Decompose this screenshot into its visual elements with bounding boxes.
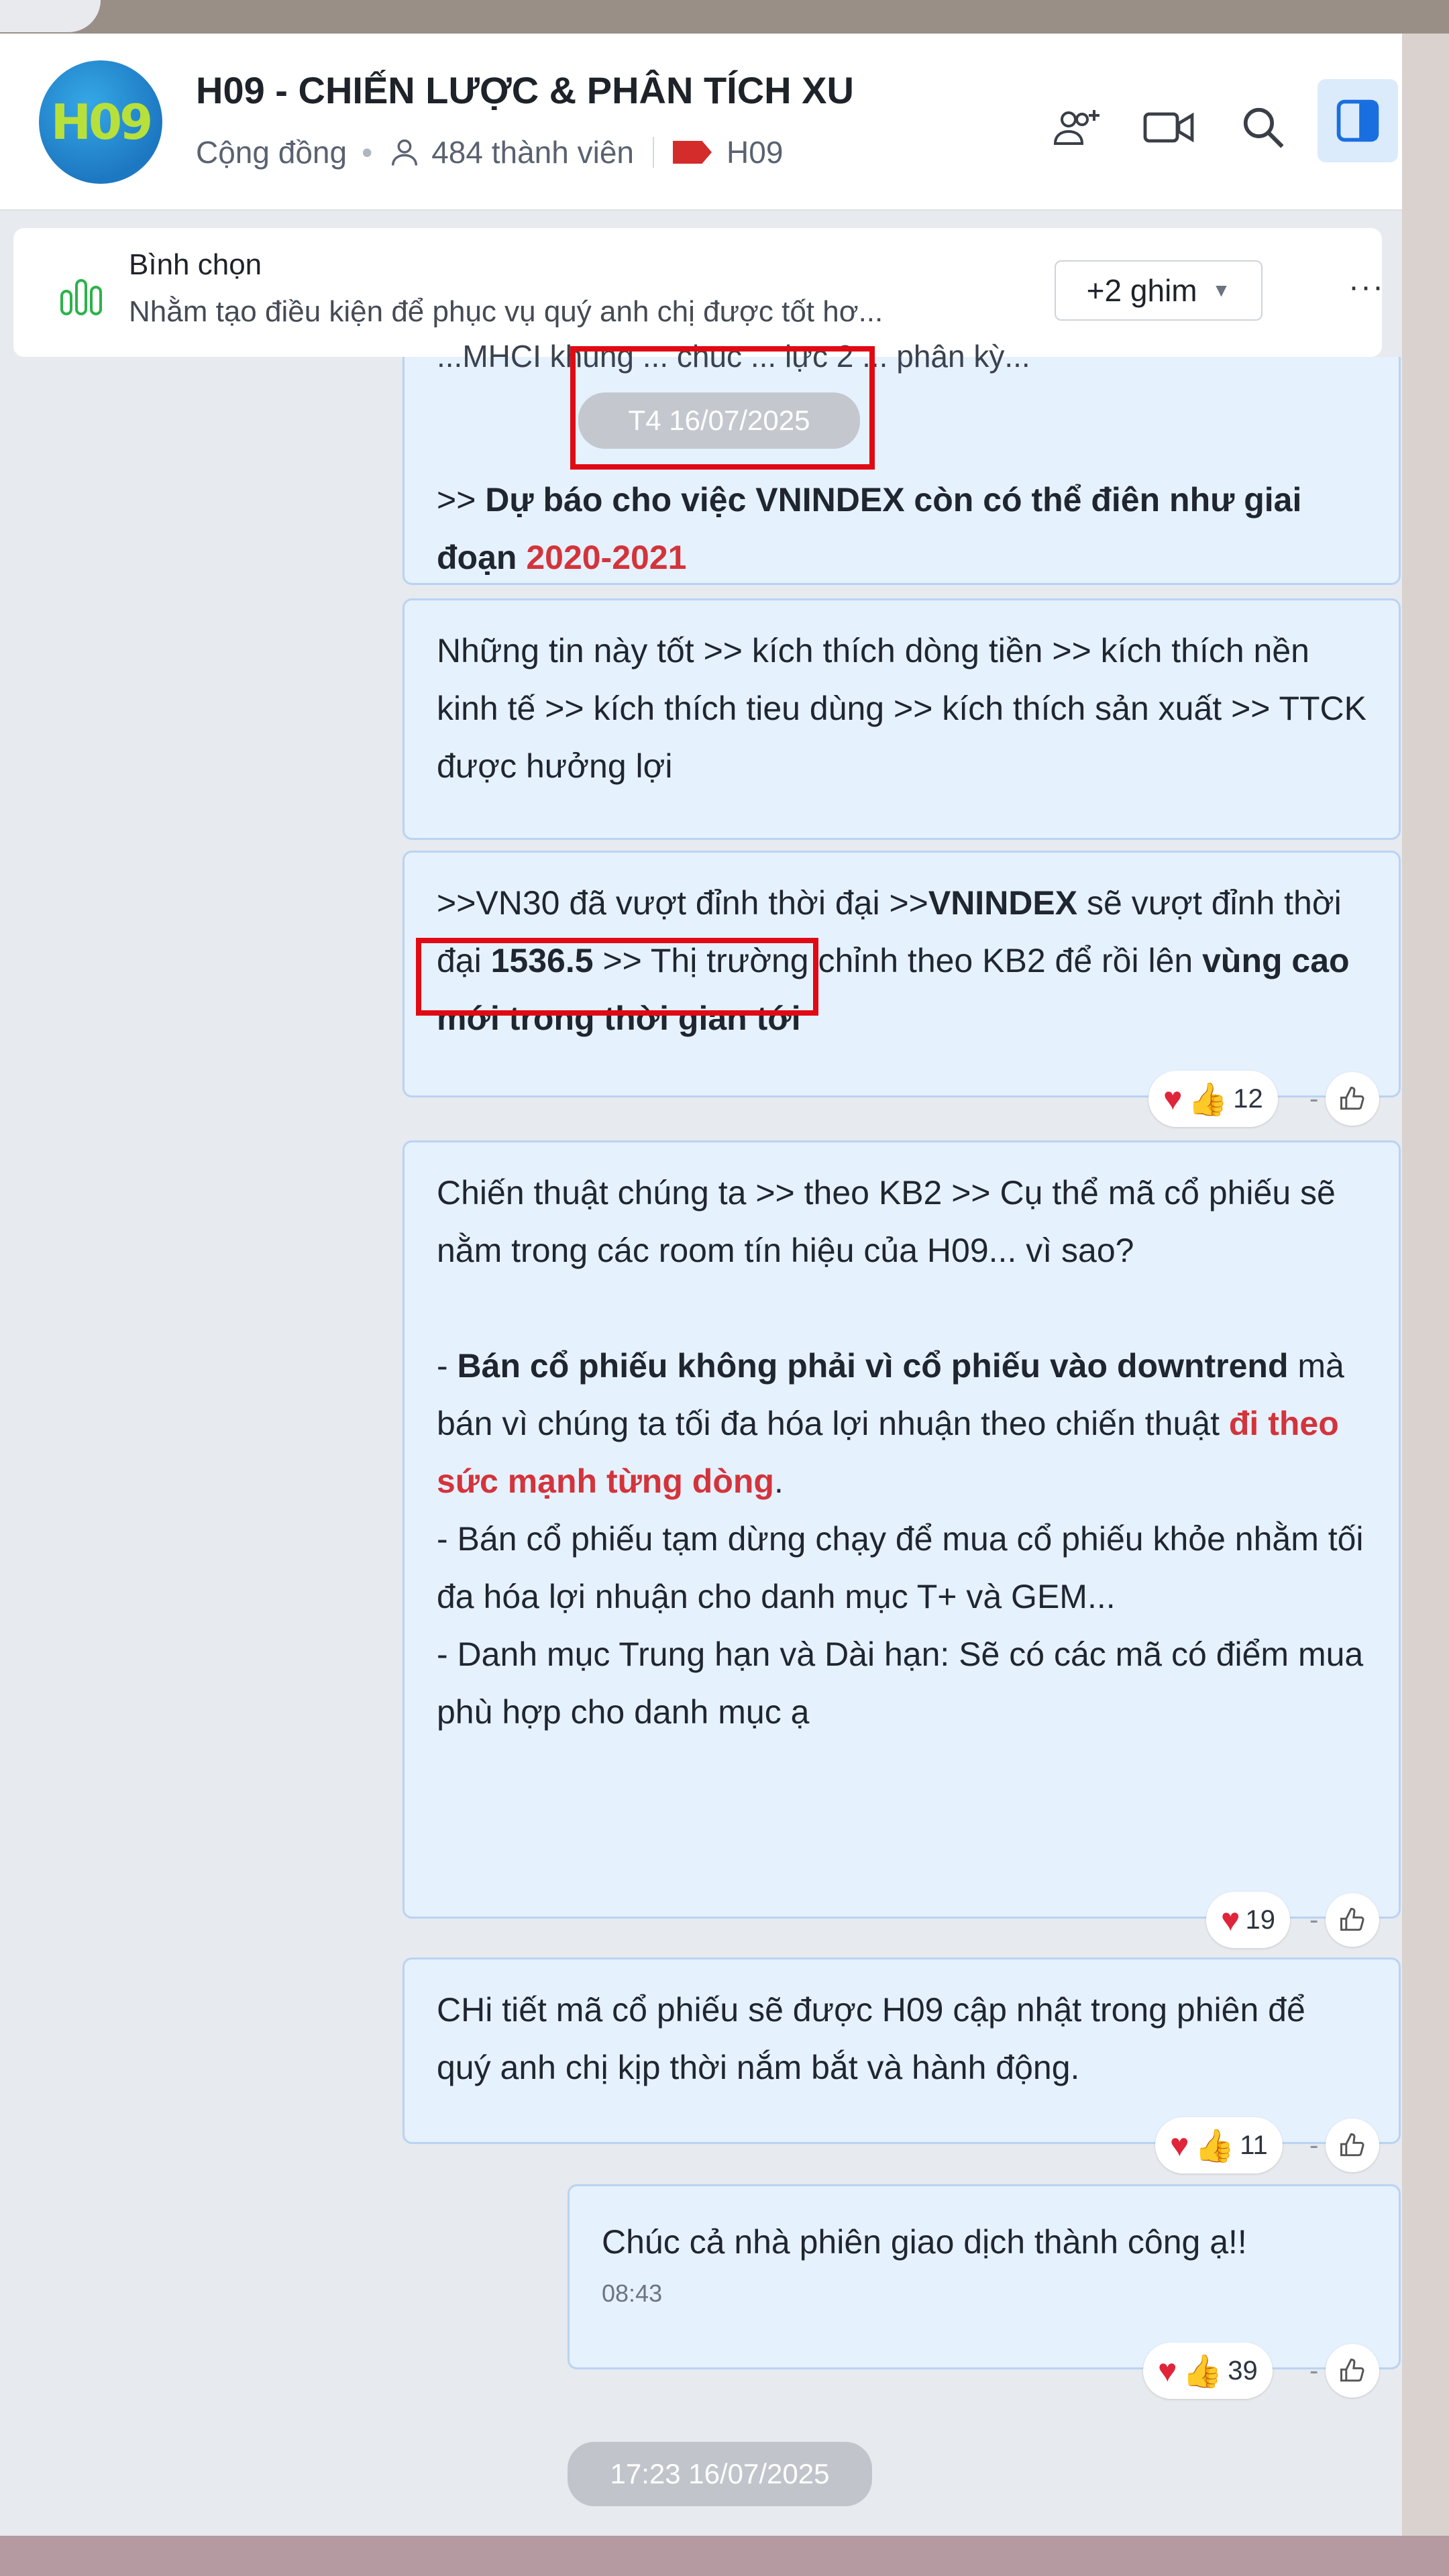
reaction-summary[interactable]: ♥ 👍 39 [1143,2343,1273,2399]
chat-header: H09 H09 - CHIẾN LƯỢC & PHÂN TÍCH XU Cộng… [0,34,1402,211]
poll-chart-icon [60,279,102,315]
message-bubble[interactable]: Chiến thuật chúng ta >> theo KB2 >> Cụ t… [402,1140,1401,1919]
pinned-count-label: +2 ghim [1086,273,1197,308]
search-icon[interactable] [1233,97,1293,158]
like-button[interactable] [1326,2344,1379,2398]
pinned-count-button[interactable]: +2 ghim ▼ [1055,260,1263,321]
message-bold-text: VNINDEX [928,884,1078,922]
thumbs-up-outline-icon [1340,1087,1364,1110]
reaction-summary[interactable]: ♥ 👍 12 [1148,1071,1278,1127]
avatar-text: H09 [50,94,153,150]
group-subtitle: Cộng đồng • 484 thành viên H09 [196,134,783,170]
separator-dash: - [1309,2131,1319,2160]
like-button[interactable] [1326,1072,1379,1126]
separator-dash: - [1309,1905,1319,1935]
message-bubble[interactable]: Những tin này tốt >> kích thích dòng tiề… [402,598,1401,840]
background-shape [0,0,101,32]
message-text: >> [437,481,486,519]
message-text: - [437,1347,458,1385]
message-text: >>VN30 đã vượt đỉnh thời đại >> [437,884,928,922]
divider [653,137,655,168]
date-chip: 17:23 16/07/2025 [568,2442,872,2506]
message-time: 08:43 [602,2279,663,2307]
message-text: - Bán cổ phiếu tạm dừng chạy để mua cổ p… [437,1520,1364,1615]
thumbs-up-icon: 👍 [1182,2353,1223,2390]
message-text: - Danh mục Trung hạn và Dài hạn: Sẽ có c… [437,1635,1364,1731]
tag-icon [673,141,712,164]
heart-icon: ♥ [1221,1902,1240,1938]
member-icon [392,139,418,166]
pinned-preview: Nhằm tạo điều kiện để phục vụ quý anh ch… [129,295,883,328]
message-bubble[interactable]: Chúc cả nhà phiên giao dịch thành công ạ… [568,2184,1401,2369]
reaction-summary[interactable]: ♥ 👍 11 [1155,2117,1283,2174]
message-bubble[interactable]: CHi tiết mã cổ phiếu sẽ được H09 cập nhậ… [402,1957,1401,2144]
message-bold-text: Bán cổ phiếu không phải vì cổ phiếu vào … [457,1347,1289,1385]
message-highlight-text: 2020-2021 [526,539,687,576]
sidebar-toggle-icon[interactable] [1318,79,1398,162]
reaction-count: 19 [1245,1904,1276,1935]
thumbs-up-outline-icon [1340,2133,1364,2157]
separator-dash: - [1309,2356,1319,2385]
chevron-down-icon: ▼ [1212,280,1231,301]
reaction-count: 11 [1240,2130,1268,2160]
message-text: Chúc cả nhà phiên giao dịch thành công ạ… [602,2223,1247,2261]
heart-icon: ♥ [1158,2353,1177,2389]
reaction-summary[interactable]: ♥ 19 [1206,1892,1290,1948]
add-member-icon[interactable] [1046,97,1107,158]
group-title[interactable]: H09 - CHIẾN LƯỢC & PHÂN TÍCH XU [196,68,987,112]
message-text: . [773,1462,784,1500]
chat-window: H09 H09 - CHIẾN LƯỢC & PHÂN TÍCH XU Cộng… [0,34,1402,2536]
message-text: Những tin này tốt >> kích thích dòng tiề… [437,632,1367,785]
thumbs-up-outline-icon [1340,2359,1364,2382]
thumbs-up-icon: 👍 [1194,2128,1235,2164]
annotation-box [570,346,875,470]
thumbs-up-icon: 👍 [1187,1081,1228,1118]
message-bubble[interactable]: ...MHCI khung ... chuc ... lực 2 ... phâ… [402,339,1401,585]
background-right-strip [1402,34,1449,2536]
community-label: Cộng đồng [196,135,347,170]
separator-dash: - [1309,1084,1319,1114]
pinned-title: Bình chọn [129,248,262,281]
message-text: CHi tiết mã cổ phiếu sẽ được H09 cập nhậ… [437,1991,1305,2086]
like-button[interactable] [1326,2118,1379,2172]
message-text: Chiến thuật chúng ta >> theo KB2 >> Cụ t… [437,1174,1336,1269]
group-avatar[interactable]: H09 [39,60,162,184]
like-button[interactable] [1326,1893,1379,1947]
background-top-strip [0,0,1449,34]
tag-label[interactable]: H09 [727,134,783,170]
reaction-count: 39 [1228,2355,1258,2385]
background-bottom-strip [0,2536,1449,2576]
separator-dot: • [362,135,373,170]
more-options-icon[interactable]: ··· [1348,268,1385,305]
heart-icon: ♥ [1170,2127,1189,2163]
member-count[interactable]: 484 thành viên [431,134,634,170]
video-call-icon[interactable] [1139,97,1199,158]
thumbs-up-outline-icon [1340,1908,1364,1931]
annotation-box [416,938,818,1016]
reaction-count: 12 [1233,1083,1263,1114]
heart-icon: ♥ [1163,1081,1183,1117]
